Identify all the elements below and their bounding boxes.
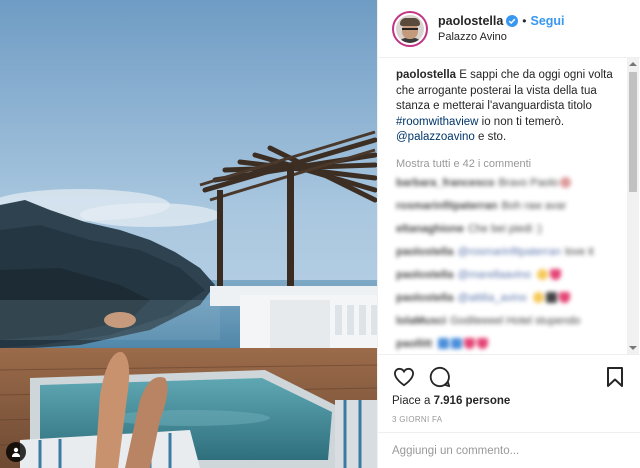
comment-row: barbara_francesco Bravo Paolo [396,173,623,193]
avatar[interactable] [392,10,428,47]
likes-number[interactable]: 7.916 persone [434,395,511,407]
caption-username[interactable]: paolostella [396,69,456,81]
emoji-icon [537,269,548,280]
avatar-image [396,14,424,43]
comment-text: Che bei piedi :) [467,222,542,235]
comment-row: rosmarinfitpaterran Boh raw avar [396,196,623,216]
comment-text: Goditeeeel Hotel stupendo [450,314,581,327]
post-actions: Piace a 7.916 persone 3 GIORNI FA [378,354,640,424]
emoji-icon [477,338,489,349]
verified-badge-icon [506,15,519,27]
comment-row: lolaMusci Goditeeeel Hotel stupendo [396,311,623,331]
post-location[interactable]: Palazzo Avino [438,31,565,43]
scrollbar-thumb[interactable] [629,72,637,192]
tagged-user-icon[interactable] [6,442,26,462]
comment-row: paolostella @attilia_avino [396,288,623,308]
comments-scrollbar[interactable] [627,58,639,354]
comment-username[interactable]: eltanaghione [396,223,464,235]
comment-row: eltanaghione Che bei piedi :) [396,219,623,239]
heart-icon[interactable] [392,365,416,389]
comment-text: love it [564,245,594,258]
bookmark-icon[interactable] [603,365,627,389]
emoji-icon [560,177,572,188]
comment-text: Bravo Paolo [498,176,559,189]
caption-text-2: io non ti temerò. [481,115,565,128]
caption-hashtag[interactable]: #roomwithaview [396,116,478,128]
likes-label: Piace a [392,395,431,407]
comment-username[interactable]: barbara_francesco [396,177,494,189]
post-side-panel: paolostella • Segui Palazzo Avino paolos… [377,0,640,468]
comments-list: paolostella E sappi che da oggi ogni vol… [378,58,640,354]
likes-count[interactable]: Piace a 7.916 persone [392,395,627,407]
comment-username[interactable]: paolostella [396,246,453,258]
comment-row: paollitt [396,334,623,354]
follow-button[interactable]: Segui [531,14,565,28]
caption-text-3: e sto. [478,131,507,143]
comment-row: paolostella @marellaavino [396,265,623,285]
add-comment-bar [378,432,640,468]
comment-bubble-icon[interactable] [428,365,452,389]
emoji-icon [451,338,463,349]
post-header: paolostella • Segui Palazzo Avino [378,0,640,58]
comment-mention[interactable]: @rosmarinfitpaterran [457,246,560,258]
photo-scene [0,0,377,468]
view-all-comments-link[interactable]: Mostra tutti e 42 i commenti [396,158,623,170]
emoji-icon [558,292,570,303]
comment-input[interactable] [392,444,592,457]
comment-mention[interactable]: @attilia_avino [457,292,526,304]
emoji-icon [545,292,557,303]
scroll-down-arrow-icon[interactable] [627,342,639,354]
comment-rows: barbara_francesco Bravo Paolo rosmarinfitp… [396,173,623,355]
emoji-icon [550,269,561,280]
comment-username[interactable]: paolostella [396,269,453,281]
emoji-icon [464,338,476,349]
comment-username[interactable]: lolaMusci [396,315,446,327]
post-username[interactable]: paolostella [438,14,503,28]
comment-username[interactable]: paolostella [396,292,453,304]
scroll-up-arrow-icon[interactable] [627,58,639,70]
comment-username[interactable]: rosmarinfitpaterran [396,200,497,212]
post-photo[interactable] [0,0,377,468]
post-caption: paolostella E sappi che da oggi ogni vol… [396,68,623,146]
post-timestamp[interactable]: 3 GIORNI FA [392,415,627,424]
emoji-icon [532,292,544,303]
comment-text: Boh raw avar [501,199,567,212]
caption-mention[interactable]: @palazzoavino [396,131,475,143]
comment-username[interactable]: paollitt [396,338,432,350]
comment-mention[interactable]: @marellaavino [457,269,531,281]
separator-dot: • [522,14,527,28]
comment-row: paolostella @rosmarinfitpaterran love it [396,242,623,262]
emoji-icon [438,338,450,349]
